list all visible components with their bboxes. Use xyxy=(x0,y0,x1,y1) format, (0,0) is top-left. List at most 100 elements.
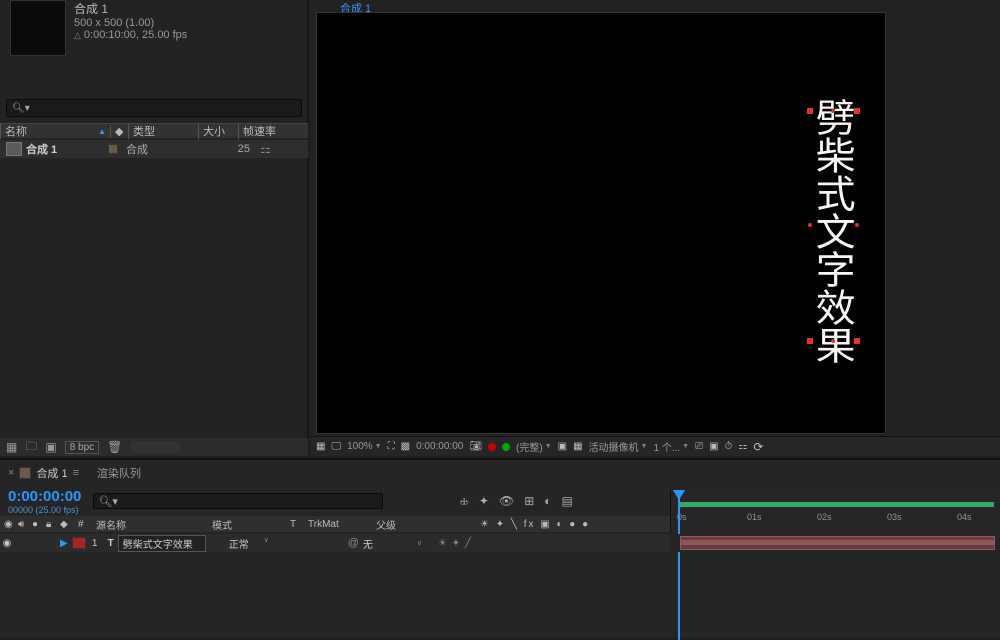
resolution-dropdown[interactable]: (完整)▼ xyxy=(516,439,552,454)
timeline-columns-header[interactable]: ◉ 🔊︎ ● 🔒︎ ◆ # 源名称 模式 T TrkMat 父级 ☀ ✦ ╲ f… xyxy=(0,516,670,532)
layer-visibility-toggle[interactable]: ◉ xyxy=(0,538,14,549)
roi-icon[interactable]: ▣ xyxy=(558,441,567,452)
layer-bar-inner xyxy=(681,540,994,545)
pixel-aspect-icon[interactable]: ⎚ xyxy=(695,441,703,452)
timeline-layer-row[interactable]: ◉ ▶ 1 T 劈柴式文字效果 正常∨ 无 ∨ ☀ ✦ ╱ xyxy=(0,534,670,552)
comp-thumbnail[interactable] xyxy=(10,0,66,56)
col-mode[interactable]: 模式 xyxy=(208,517,286,532)
project-item-fps: 25 xyxy=(188,143,250,155)
timeline-tab-comp[interactable]: × 合成 1 xyxy=(8,465,79,481)
fullres-icon[interactable]: ⛶ xyxy=(388,441,395,452)
selection-midpoint[interactable] xyxy=(855,223,859,227)
viewer-footer-toolbar: ▦ 🖵 100%▼ ⛶ ▩ 0:00:00:00 📷︎ (完整)▼ ▣ ▦ 活动… xyxy=(310,436,1000,456)
timeline-search-input[interactable]: 🔍︎▾ xyxy=(93,493,383,509)
pick-whip-icon[interactable] xyxy=(348,537,359,549)
parent-dropdown[interactable]: 无 ∨ xyxy=(348,536,422,551)
views-dropdown[interactable]: 1 个...▼ xyxy=(653,439,689,454)
selection-handle[interactable] xyxy=(854,338,860,344)
selection-handle[interactable] xyxy=(807,338,813,344)
layer-switches[interactable]: ☀ ✦ ╱ xyxy=(438,538,472,549)
selection-handle[interactable] xyxy=(854,108,860,114)
col-trkmat[interactable]: TrkMat xyxy=(304,519,372,530)
selection-midpoint[interactable] xyxy=(831,109,835,113)
layer-label-swatch[interactable] xyxy=(72,537,86,549)
channel-green-icon[interactable] xyxy=(502,443,510,451)
project-item-name[interactable]: 合成 1 xyxy=(22,141,104,157)
search-icon: 🔍︎▾ xyxy=(12,103,30,114)
selection-midpoint[interactable] xyxy=(831,339,835,343)
search-icon: 🔍︎▾ xyxy=(98,495,118,508)
vertical-text-layer[interactable]: 劈柴式文字效果 xyxy=(810,98,852,364)
render-queue-tab[interactable]: 渲染队列 xyxy=(97,465,141,481)
channel-red-icon[interactable] xyxy=(488,443,496,451)
bpc-indicator[interactable]: 8 bpc xyxy=(65,441,99,454)
col-audio-icon[interactable]: 🔊︎ xyxy=(14,519,28,530)
project-item-flowchart-icon[interactable]: ⚏ xyxy=(260,142,271,156)
timeline-current-time[interactable]: 0:00:00:00 xyxy=(8,488,81,505)
project-slider[interactable] xyxy=(130,441,180,453)
col-source[interactable]: 源名称 xyxy=(92,517,208,532)
viewer-time[interactable]: 0:00:00:00 xyxy=(416,441,463,452)
comp-canvas[interactable]: 劈柴式文字效果 xyxy=(316,12,886,434)
shy-icon[interactable]: 👁︎ xyxy=(499,494,514,509)
flowchart-icon[interactable]: ⚏ xyxy=(738,441,747,452)
col-switches-icons[interactable]: ☀ ✦ ╲ fx ▣ ◐ ● ● xyxy=(476,519,594,530)
layer-duration-bar[interactable] xyxy=(680,536,995,550)
interpret-footage-icon[interactable]: ▦ xyxy=(6,440,17,454)
project-search-input[interactable]: 🔍︎▾ xyxy=(6,99,302,117)
frame-blend-icon[interactable]: ⊞ xyxy=(524,494,534,509)
layer-index: 1 xyxy=(86,538,104,549)
fast-preview-icon[interactable]: ▣ xyxy=(709,441,718,452)
current-time-indicator[interactable] xyxy=(678,490,680,640)
col-label-icon[interactable]: ◆ xyxy=(110,125,128,138)
project-item-type: 合成 xyxy=(118,141,188,157)
transparency-icon[interactable]: ▩ xyxy=(401,441,410,452)
project-item-label-swatch[interactable] xyxy=(108,144,118,154)
selection-handle[interactable] xyxy=(807,108,813,114)
col-t[interactable]: T xyxy=(286,519,304,530)
col-index[interactable]: # xyxy=(74,519,92,530)
col-parent[interactable]: 父级 xyxy=(372,517,472,532)
graph-editor-icon[interactable]: ▤ xyxy=(562,494,573,509)
magnif-grid-icon[interactable]: ▦ xyxy=(316,441,325,452)
project-panel: 合成 1 500 x 500 (1.00) 0:00:10:00, 25.00 … xyxy=(0,0,308,456)
selection-midpoint[interactable] xyxy=(808,223,812,227)
motion-blur-icon[interactable]: ◐ xyxy=(544,494,551,509)
timeline-subtime: 00000 (25.00 fps) xyxy=(8,505,81,515)
timeline-ruler[interactable]: 0s 01s 02s 03s 04s xyxy=(670,490,1000,532)
new-folder-icon[interactable]: 🗀 xyxy=(25,437,37,458)
comp-mini-flowchart-icon[interactable]: 🕁 xyxy=(459,494,469,509)
trash-icon[interactable]: 🗑︎ xyxy=(107,440,122,454)
camera-dropdown[interactable]: 活动摄像机▼ xyxy=(589,439,648,454)
timeline-panel: × 合成 1 渲染队列 0:00:00:00 00000 (25.00 fps)… xyxy=(0,458,1000,638)
timeline-icon[interactable]: ⏱︎ xyxy=(725,441,733,452)
grid-icon[interactable]: ▦ xyxy=(573,441,582,452)
comp-title: 合成 1 xyxy=(74,0,187,17)
col-size[interactable]: 大小 xyxy=(198,123,238,139)
timeline-track-area[interactable] xyxy=(670,534,1000,552)
layer-twirl-icon[interactable]: ▶ xyxy=(60,538,68,549)
work-area-bar[interactable] xyxy=(679,502,994,507)
project-item-row[interactable]: 合成 1 合成 25 ⚏ xyxy=(0,140,308,158)
reset-exposure-icon[interactable]: ⟳ xyxy=(753,440,763,454)
monitor-icon[interactable]: 🖵 xyxy=(331,441,341,452)
project-columns-header[interactable]: 名称 ▲ ◆ 类型 大小 帧速率 xyxy=(0,123,308,139)
new-comp-icon[interactable]: ▣ xyxy=(45,440,56,454)
col-label-icon[interactable]: ◆ xyxy=(56,519,74,530)
sort-indicator-icon: ▲ xyxy=(98,127,106,136)
col-solo-icon[interactable]: ● xyxy=(28,519,42,530)
timeline-toolbar-icons: 🕁 ✦ 👁︎ ⊞ ◐ ▤ xyxy=(459,494,572,509)
blend-mode-dropdown[interactable]: 正常∨ xyxy=(224,535,274,552)
ruler-tick: 03s xyxy=(887,512,902,522)
col-type[interactable]: 类型 xyxy=(128,123,198,139)
col-visibility-icon[interactable]: ◉ xyxy=(0,519,14,530)
col-fps[interactable]: 帧速率 xyxy=(238,123,283,139)
comp-duration: 0:00:10:00, 25.00 fps xyxy=(74,29,187,41)
layer-name[interactable]: 劈柴式文字效果 xyxy=(118,535,206,552)
close-tab-icon[interactable]: × xyxy=(8,467,14,479)
tab-menu-icon[interactable] xyxy=(73,467,79,479)
zoom-dropdown[interactable]: 100%▼ xyxy=(347,441,382,452)
col-lock-icon[interactable]: 🔒︎ xyxy=(42,519,56,530)
snapshot-icon[interactable]: 📷︎ xyxy=(469,441,482,452)
draft3d-icon[interactable]: ✦ xyxy=(479,494,489,509)
